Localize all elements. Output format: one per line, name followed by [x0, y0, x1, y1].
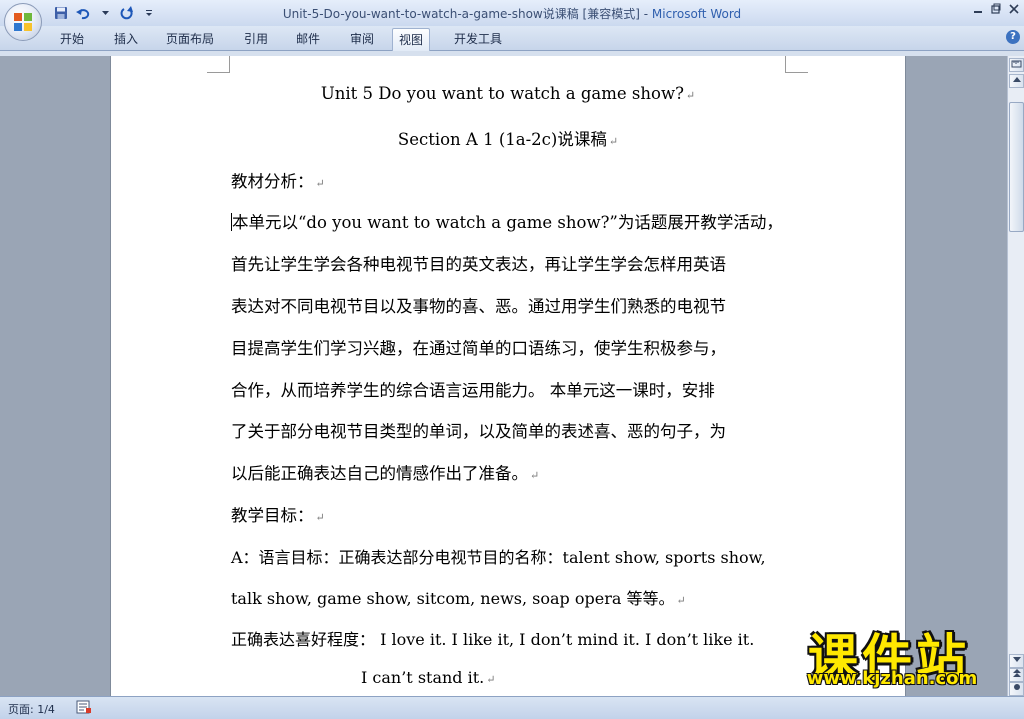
document-heading-text: Unit 5 Do you want to watch a game show? [320, 84, 684, 103]
tab-review[interactable]: 审阅 [344, 30, 380, 48]
goal-text: talk show, game show, sitcom, news, soap… [231, 589, 675, 608]
document-subtitle-text: Section A 1 (1a-2c)说课稿 [397, 130, 607, 149]
proofing-status-icon[interactable] [76, 700, 92, 714]
heading-text: 教材分析： [231, 172, 314, 191]
application-name: Microsoft Word [651, 7, 742, 21]
tab-developer[interactable]: 开发工具 [448, 30, 508, 48]
minimize-button[interactable] [972, 3, 984, 17]
scroll-down-button[interactable] [1009, 654, 1024, 668]
vertical-scrollbar[interactable] [1007, 56, 1024, 696]
document-page[interactable]: Unit 5 Do you want to watch a game show?… [110, 56, 906, 696]
title-bar: Unit-5-Do-you-want-to-watch-a-game-show说… [0, 0, 1024, 26]
margin-corner-top-left [207, 56, 230, 73]
paragraph-mark: ↵ [315, 511, 325, 524]
paragraph-line: 首先让学生学会各种电视节目的英文表达，再让学生学会怎样用英语 [231, 255, 726, 274]
paragraph-mark: ↵ [486, 673, 496, 686]
goal-line: talk show, game show, sitcom, news, soap… [231, 585, 686, 609]
document-title: Unit-5-Do-you-want-to-watch-a-game-show说… [282, 7, 640, 21]
paragraph-mark: ↵ [315, 177, 325, 190]
paragraph-mark: ↵ [530, 469, 540, 482]
watermark-url: www.kjzhan.com [806, 668, 978, 689]
goal-line: I can’t stand it. ↵ [361, 668, 495, 687]
paragraph-line: 了关于部分电视节目类型的单词，以及简单的表述喜、恶的句子，为 [231, 422, 726, 441]
paragraph-mark: ↵ [676, 594, 686, 607]
minimize-icon [974, 11, 982, 13]
tab-references[interactable]: 引用 [238, 30, 274, 48]
document-title-line: Unit 5 Do you want to watch a game show?… [111, 84, 905, 103]
goal-text: I can’t stand it. [361, 668, 485, 687]
circle-icon [1013, 684, 1020, 690]
ruler-icon [1011, 60, 1022, 68]
tab-home[interactable]: 开始 [54, 30, 90, 48]
paragraph-line: 合作，从而培养学生的综合语言运用能力。 本单元这一课时，安排 [231, 381, 715, 400]
section-heading-analysis: 教材分析： ↵ [231, 168, 325, 192]
section-heading-goals: 教学目标： ↵ [231, 502, 325, 526]
goal-line: A：语言目标：正确表达部分电视节目的名称：talent show, sports… [231, 548, 766, 567]
document-check-icon [76, 700, 91, 714]
office-logo-icon [14, 13, 32, 31]
window-title: Unit-5-Do-you-want-to-watch-a-game-show说… [0, 5, 1024, 22]
goal-line: 正确表达喜好程度： I love it. I like it, I don’t … [231, 630, 755, 649]
tab-mailings[interactable]: 邮件 [290, 30, 326, 48]
paragraph-line: 表达对不同电视节目以及事物的喜、恶。通过用学生们熟悉的电视节 [231, 297, 726, 316]
title-separator: - [639, 7, 652, 21]
status-bar: 页面: 1/4 [0, 696, 1024, 719]
close-button[interactable] [1008, 3, 1020, 17]
margin-corner-top-right [785, 56, 808, 73]
tab-insert[interactable]: 插入 [108, 30, 144, 48]
paragraph-line: 目提高学生们学习兴趣，在通过简单的口语练习，使学生积极参与， [231, 339, 726, 358]
tab-view[interactable]: 视图 [392, 28, 431, 51]
help-icon: ? [1010, 31, 1016, 42]
restore-button[interactable] [990, 3, 1002, 17]
paragraph-line: 以后能正确表达自己的情感作出了准备。 ↵ [231, 460, 539, 484]
close-icon [1009, 4, 1019, 14]
browse-object-button[interactable] [1009, 682, 1024, 696]
paragraph-text: 本单元以“do you want to watch a game show?”为… [232, 213, 783, 232]
office-button[interactable] [4, 3, 42, 41]
previous-page-button[interactable] [1009, 668, 1024, 682]
restore-icon [991, 3, 1001, 14]
heading-text: 教学目标： [231, 506, 314, 525]
tab-page-layout[interactable]: 页面布局 [160, 30, 220, 48]
document-subtitle-line: Section A 1 (1a-2c)说课稿 ↵ [111, 126, 905, 150]
scrollbar-thumb[interactable] [1009, 102, 1024, 232]
scroll-up-button[interactable] [1009, 74, 1024, 88]
ruler-toggle-button[interactable] [1009, 58, 1024, 72]
paragraph-mark: ↵ [608, 135, 619, 148]
paragraph-mark: ↵ [685, 89, 696, 102]
paragraph-line: 本单元以“do you want to watch a game show?”为… [231, 209, 783, 233]
double-arrow-up-icon [1012, 669, 1021, 677]
ribbon-tab-bar: 开始 插入 页面布局 引用 邮件 审阅 视图 开发工具 ? [0, 26, 1024, 51]
window-controls [972, 3, 1020, 17]
arrow-up-icon [1012, 77, 1021, 82]
paragraph-text: 以后能正确表达自己的情感作出了准备。 [231, 464, 528, 483]
help-button[interactable]: ? [1006, 30, 1020, 44]
watermark-logo: 课件站 www.kjzhan.com [774, 618, 1004, 698]
arrow-down-icon [1012, 657, 1021, 662]
page-indicator[interactable]: 页面: 1/4 [8, 701, 55, 717]
